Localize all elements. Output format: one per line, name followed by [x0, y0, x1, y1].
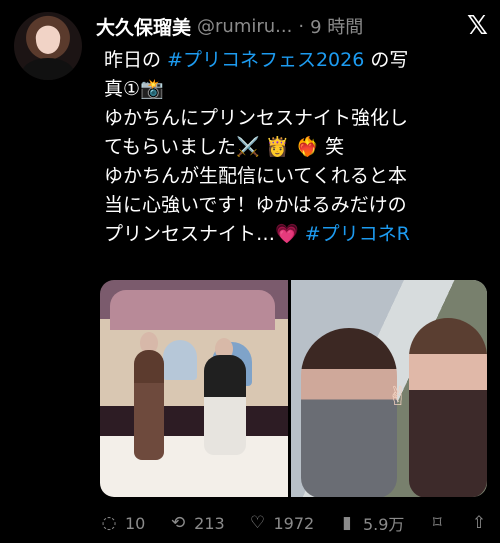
tweet-line-6: 当に心強いです！ゆかはるみだけの — [104, 191, 489, 220]
retweet-count: 213 — [194, 513, 225, 533]
avatar-body — [22, 58, 74, 80]
tweet-time[interactable]: 9 時間 — [310, 13, 363, 39]
tweet-text-segment: 当に心強いです！ゆかはるみだけの — [104, 194, 407, 216]
hashtag-link[interactable]: #プリコネフェス2026 — [167, 49, 364, 71]
selfie-photo[interactable]: ✌ — [291, 280, 487, 497]
tweet-text-segment: 昨日の — [104, 49, 168, 71]
reply-icon: ◌ — [101, 512, 117, 533]
tweet-text-segment: の写 — [364, 49, 409, 71]
like-count: 1972 — [273, 513, 315, 533]
tweet-header: 大久保瑠美 @rumiru... · 9 時間 𝕏 — [96, 12, 488, 40]
tweet-text-segment: プリンセスナイト…💗 — [104, 223, 305, 245]
hashtag-link[interactable]: #プリコネR — [305, 223, 410, 245]
performer — [204, 355, 246, 455]
tweet-text-segment: ゆかちんにプリンセスナイト強化し — [104, 107, 409, 129]
views-count: 5.9万 — [362, 515, 405, 534]
user-handle[interactable]: @rumiru... — [197, 16, 292, 37]
tweet-line-7: プリンセスナイト…💗 #プリコネR — [104, 220, 489, 249]
person-right — [409, 318, 487, 497]
media-grid[interactable]: ✌ — [100, 280, 487, 497]
tweet-text-segment: ゆかちんが生配信にいてくれると本 — [104, 165, 407, 187]
tweet-text-segment: てもらいました⚔️ 👸 ❤️‍🔥 笑 — [104, 136, 345, 158]
share-button[interactable]: ⇧ — [470, 512, 488, 533]
views-button[interactable]: ▮ 5.9万 — [338, 511, 404, 535]
avatar[interactable] — [14, 12, 82, 80]
tweet-line-2: 真①📸 — [104, 75, 489, 104]
tweet-line-3: ゆかちんにプリンセスナイト強化し — [104, 104, 489, 133]
tweet-text-segment: 真①📸 — [104, 78, 164, 100]
tweet-line-1: 昨日の #プリコネフェス2026 の写 — [104, 46, 489, 75]
person-left — [301, 328, 397, 497]
tweet-text: 昨日の #プリコネフェス2026 の写 真①📸 ゆかちんにプリンセスナイト強化し… — [104, 46, 489, 249]
retweet-button[interactable]: ⟲ 213 — [169, 514, 225, 533]
heart-icon: ♡ — [249, 512, 266, 533]
avatar-face — [36, 26, 60, 54]
share-icon: ⇧ — [471, 512, 487, 533]
retweet-icon: ⟲ — [171, 512, 186, 533]
reply-button[interactable]: ◌ 10 — [100, 512, 146, 533]
bookmark-button[interactable]: ⌑ — [428, 512, 446, 533]
reply-count: 10 — [125, 513, 146, 533]
stage-arch — [110, 290, 275, 330]
peace-sign-icon: ✌ — [387, 382, 409, 412]
performer — [134, 350, 164, 460]
x-logo-icon[interactable]: 𝕏 — [467, 13, 488, 39]
bookmark-icon: ⌑ — [432, 512, 442, 533]
views-icon: ▮ — [342, 512, 352, 533]
stage-window — [163, 340, 197, 380]
tweet-line-5: ゆかちんが生配信にいてくれると本 — [104, 162, 489, 191]
separator: · — [298, 15, 305, 37]
like-button[interactable]: ♡ 1972 — [248, 514, 314, 533]
user-name[interactable]: 大久保瑠美 — [96, 13, 191, 40]
tweet-actions: ◌ 10 ⟲ 213 ♡ 1972 ▮ 5.9万 ⌑ ⇧ — [100, 510, 488, 536]
stage-photo[interactable] — [100, 280, 288, 497]
tweet-line-4: てもらいました⚔️ 👸 ❤️‍🔥 笑 — [104, 133, 489, 162]
